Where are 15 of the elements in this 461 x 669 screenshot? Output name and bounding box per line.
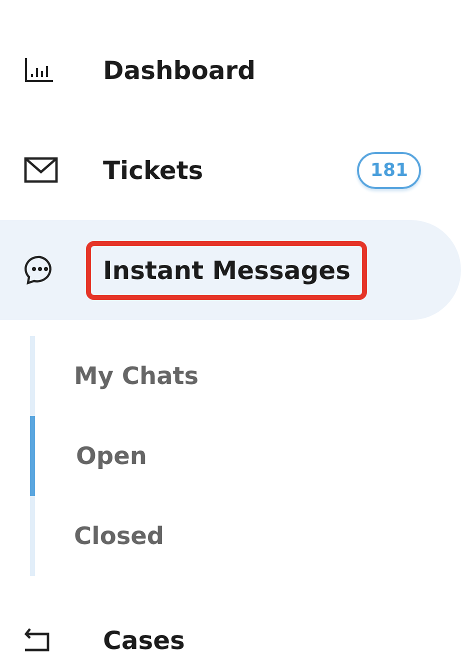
- submenu-item[interactable]: Closed: [30, 496, 461, 576]
- menu-item[interactable]: Instant Messages: [0, 220, 461, 320]
- return-arrow-icon: [24, 628, 50, 652]
- menu-label[interactable]: Dashboard: [86, 40, 272, 100]
- menu-item[interactable]: Tickets 181: [0, 120, 461, 220]
- menu-label[interactable]: Tickets: [86, 140, 220, 200]
- menu-item[interactable]: Dashboard: [0, 20, 461, 120]
- menu-label[interactable]: Cases: [86, 610, 202, 669]
- count-badge: 181: [357, 152, 421, 188]
- envelope-icon: [24, 157, 58, 183]
- menu-item[interactable]: Cases: [0, 590, 461, 669]
- menu-label[interactable]: Instant Messages: [86, 240, 368, 300]
- submenu-item[interactable]: My Chats: [30, 336, 461, 416]
- submenu-item[interactable]: Open: [30, 416, 461, 496]
- bar-chart-icon: [24, 57, 54, 83]
